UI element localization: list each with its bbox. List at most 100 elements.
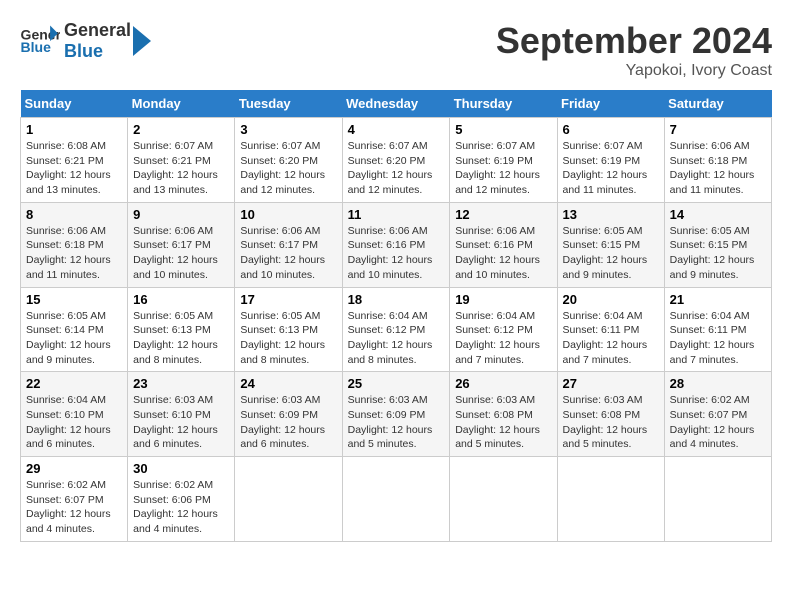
day-number: 20	[563, 292, 659, 307]
daylight-label: Daylight: 12 hours and 13 minutes.	[133, 169, 218, 196]
sunset-label: Sunset: 6:06 PM	[133, 494, 211, 506]
calendar-cell: 15 Sunrise: 6:05 AM Sunset: 6:14 PM Dayl…	[21, 287, 128, 372]
sunset-label: Sunset: 6:11 PM	[670, 324, 747, 336]
sunrise-label: Sunrise: 6:05 AM	[26, 310, 106, 322]
day-number: 26	[455, 376, 551, 391]
calendar-table: SundayMondayTuesdayWednesdayThursdayFrid…	[20, 90, 772, 542]
day-info: Sunrise: 6:05 AM Sunset: 6:14 PM Dayligh…	[26, 309, 122, 368]
daylight-label: Daylight: 12 hours and 10 minutes.	[133, 254, 218, 281]
calendar-cell: 19 Sunrise: 6:04 AM Sunset: 6:12 PM Dayl…	[450, 287, 557, 372]
day-number: 19	[455, 292, 551, 307]
calendar-cell: 21 Sunrise: 6:04 AM Sunset: 6:11 PM Dayl…	[664, 287, 771, 372]
sunset-label: Sunset: 6:14 PM	[26, 324, 104, 336]
sunset-label: Sunset: 6:19 PM	[455, 155, 533, 167]
calendar-cell: 27 Sunrise: 6:03 AM Sunset: 6:08 PM Dayl…	[557, 372, 664, 457]
sunset-label: Sunset: 6:15 PM	[670, 239, 748, 251]
day-info: Sunrise: 6:05 AM Sunset: 6:15 PM Dayligh…	[563, 224, 659, 283]
calendar-cell: 7 Sunrise: 6:06 AM Sunset: 6:18 PM Dayli…	[664, 118, 771, 203]
sunrise-label: Sunrise: 6:06 AM	[670, 140, 750, 152]
day-number: 14	[670, 207, 766, 222]
day-info: Sunrise: 6:06 AM Sunset: 6:18 PM Dayligh…	[26, 224, 122, 283]
sunset-label: Sunset: 6:15 PM	[563, 239, 641, 251]
logo-arrow-icon	[133, 21, 153, 61]
daylight-label: Daylight: 12 hours and 4 minutes.	[133, 508, 218, 535]
sunrise-label: Sunrise: 6:07 AM	[563, 140, 643, 152]
daylight-label: Daylight: 12 hours and 8 minutes.	[240, 339, 325, 366]
sunset-label: Sunset: 6:21 PM	[133, 155, 211, 167]
day-header-tuesday: Tuesday	[235, 90, 342, 118]
logo: General Blue General Blue	[20, 20, 153, 62]
sunrise-label: Sunrise: 6:05 AM	[133, 310, 213, 322]
day-number: 30	[133, 461, 229, 476]
calendar-cell: 29 Sunrise: 6:02 AM Sunset: 6:07 PM Dayl…	[21, 457, 128, 542]
sunrise-label: Sunrise: 6:07 AM	[455, 140, 535, 152]
sunset-label: Sunset: 6:20 PM	[348, 155, 426, 167]
daylight-label: Daylight: 12 hours and 10 minutes.	[455, 254, 540, 281]
day-header-sunday: Sunday	[21, 90, 128, 118]
logo-blue: Blue	[64, 41, 131, 62]
daylight-label: Daylight: 12 hours and 6 minutes.	[240, 424, 325, 451]
day-info: Sunrise: 6:04 AM Sunset: 6:11 PM Dayligh…	[670, 309, 766, 368]
day-info: Sunrise: 6:07 AM Sunset: 6:20 PM Dayligh…	[240, 139, 336, 198]
daylight-label: Daylight: 12 hours and 10 minutes.	[348, 254, 433, 281]
daylight-label: Daylight: 12 hours and 12 minutes.	[348, 169, 433, 196]
sunrise-label: Sunrise: 6:02 AM	[670, 394, 750, 406]
daylight-label: Daylight: 12 hours and 13 minutes.	[26, 169, 111, 196]
sunrise-label: Sunrise: 6:03 AM	[563, 394, 643, 406]
calendar-cell: 18 Sunrise: 6:04 AM Sunset: 6:12 PM Dayl…	[342, 287, 450, 372]
day-info: Sunrise: 6:07 AM Sunset: 6:19 PM Dayligh…	[563, 139, 659, 198]
svg-text:Blue: Blue	[21, 39, 52, 55]
sunset-label: Sunset: 6:13 PM	[240, 324, 318, 336]
sunset-label: Sunset: 6:19 PM	[563, 155, 641, 167]
sunset-label: Sunset: 6:10 PM	[133, 409, 211, 421]
calendar-week-row: 8 Sunrise: 6:06 AM Sunset: 6:18 PM Dayli…	[21, 202, 772, 287]
daylight-label: Daylight: 12 hours and 11 minutes.	[26, 254, 111, 281]
daylight-label: Daylight: 12 hours and 9 minutes.	[563, 254, 648, 281]
sunrise-label: Sunrise: 6:03 AM	[348, 394, 428, 406]
sunrise-label: Sunrise: 6:06 AM	[348, 225, 428, 237]
sunset-label: Sunset: 6:16 PM	[348, 239, 426, 251]
calendar-cell: 9 Sunrise: 6:06 AM Sunset: 6:17 PM Dayli…	[128, 202, 235, 287]
daylight-label: Daylight: 12 hours and 6 minutes.	[26, 424, 111, 451]
day-info: Sunrise: 6:03 AM Sunset: 6:08 PM Dayligh…	[563, 393, 659, 452]
day-number: 8	[26, 207, 122, 222]
day-number: 1	[26, 122, 122, 137]
page-header: General Blue General Blue September 2024…	[20, 20, 772, 80]
calendar-cell	[557, 457, 664, 542]
daylight-label: Daylight: 12 hours and 8 minutes.	[348, 339, 433, 366]
sunset-label: Sunset: 6:17 PM	[240, 239, 318, 251]
day-number: 12	[455, 207, 551, 222]
calendar-cell: 28 Sunrise: 6:02 AM Sunset: 6:07 PM Dayl…	[664, 372, 771, 457]
daylight-label: Daylight: 12 hours and 11 minutes.	[563, 169, 648, 196]
day-info: Sunrise: 6:04 AM Sunset: 6:11 PM Dayligh…	[563, 309, 659, 368]
sunset-label: Sunset: 6:18 PM	[26, 239, 104, 251]
day-number: 13	[563, 207, 659, 222]
day-info: Sunrise: 6:07 AM Sunset: 6:21 PM Dayligh…	[133, 139, 229, 198]
daylight-label: Daylight: 12 hours and 5 minutes.	[455, 424, 540, 451]
calendar-cell: 12 Sunrise: 6:06 AM Sunset: 6:16 PM Dayl…	[450, 202, 557, 287]
day-number: 3	[240, 122, 336, 137]
calendar-cell: 1 Sunrise: 6:08 AM Sunset: 6:21 PM Dayli…	[21, 118, 128, 203]
calendar-cell	[235, 457, 342, 542]
day-number: 2	[133, 122, 229, 137]
day-info: Sunrise: 6:04 AM Sunset: 6:10 PM Dayligh…	[26, 393, 122, 452]
sunset-label: Sunset: 6:13 PM	[133, 324, 211, 336]
calendar-cell	[342, 457, 450, 542]
calendar-cell: 11 Sunrise: 6:06 AM Sunset: 6:16 PM Dayl…	[342, 202, 450, 287]
sunrise-label: Sunrise: 6:07 AM	[133, 140, 213, 152]
calendar-week-row: 29 Sunrise: 6:02 AM Sunset: 6:07 PM Dayl…	[21, 457, 772, 542]
day-number: 18	[348, 292, 445, 307]
sunrise-label: Sunrise: 6:02 AM	[133, 479, 213, 491]
calendar-cell: 6 Sunrise: 6:07 AM Sunset: 6:19 PM Dayli…	[557, 118, 664, 203]
location: Yapokoi, Ivory Coast	[496, 62, 772, 80]
day-number: 4	[348, 122, 445, 137]
daylight-label: Daylight: 12 hours and 5 minutes.	[348, 424, 433, 451]
sunset-label: Sunset: 6:09 PM	[348, 409, 426, 421]
calendar-cell: 22 Sunrise: 6:04 AM Sunset: 6:10 PM Dayl…	[21, 372, 128, 457]
day-info: Sunrise: 6:07 AM Sunset: 6:20 PM Dayligh…	[348, 139, 445, 198]
calendar-cell: 24 Sunrise: 6:03 AM Sunset: 6:09 PM Dayl…	[235, 372, 342, 457]
day-header-monday: Monday	[128, 90, 235, 118]
calendar-cell: 10 Sunrise: 6:06 AM Sunset: 6:17 PM Dayl…	[235, 202, 342, 287]
calendar-cell: 23 Sunrise: 6:03 AM Sunset: 6:10 PM Dayl…	[128, 372, 235, 457]
logo-icon: General Blue	[20, 24, 60, 59]
